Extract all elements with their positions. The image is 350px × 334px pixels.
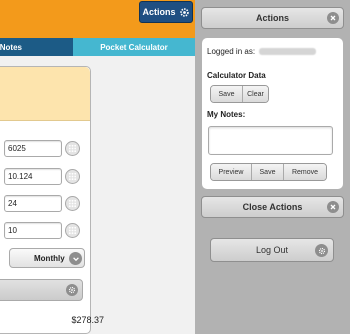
- clear-data-button[interactable]: Clear: [242, 86, 268, 102]
- logged-in-text: Logged in as:: [207, 47, 317, 56]
- notes-textarea[interactable]: [208, 126, 333, 155]
- notes-buttons: Preview Save Remove: [210, 163, 327, 181]
- save-data-button[interactable]: Save: [211, 86, 242, 102]
- calculator-data-title: Calculator Data: [207, 71, 266, 80]
- close-icon[interactable]: [327, 12, 339, 24]
- close-actions-button[interactable]: Close Actions: [201, 196, 344, 218]
- keypad-icon[interactable]: [65, 141, 80, 156]
- log-out-button[interactable]: Log Out: [210, 238, 334, 262]
- calc-field-4[interactable]: 10: [4, 222, 62, 239]
- calc-field-2[interactable]: 10.124: [4, 168, 62, 185]
- gear-icon: [66, 284, 78, 296]
- my-notes-title: My Notes:: [207, 110, 246, 119]
- actions-button-label: Actions: [142, 7, 176, 17]
- calculator-data-buttons: Save Clear: [210, 85, 269, 103]
- keypad-icon[interactable]: [65, 223, 80, 238]
- keypad-icon[interactable]: [65, 169, 80, 184]
- calc-field-1[interactable]: 6025: [4, 140, 62, 157]
- calc-field-3[interactable]: 24: [4, 195, 62, 212]
- keypad-icon[interactable]: [65, 196, 80, 211]
- result-box: [0, 67, 90, 121]
- calculate-bar[interactable]: [0, 279, 83, 301]
- save-notes-button[interactable]: Save: [251, 164, 283, 180]
- chevron-down-icon: [69, 252, 82, 265]
- actions-drawer: Actions Logged in as: Calculator Data Sa…: [195, 0, 350, 334]
- username-redacted: [259, 48, 317, 56]
- actions-button[interactable]: Actions: [139, 1, 193, 23]
- total-amount: $278.37: [71, 315, 104, 325]
- remove-button[interactable]: Remove: [283, 164, 326, 180]
- frequency-select[interactable]: Monthly: [9, 248, 85, 268]
- app-main: Actions Notes Pocket Calculator 6025 10.…: [0, 0, 195, 334]
- top-header-bar: Actions: [0, 0, 195, 38]
- tab-bar: Notes Pocket Calculator: [0, 38, 195, 56]
- gear-icon: [179, 7, 189, 17]
- close-icon: [327, 201, 339, 213]
- gear-icon: [315, 244, 328, 257]
- preview-button[interactable]: Preview: [211, 164, 251, 180]
- actions-header-button[interactable]: Actions: [201, 7, 344, 29]
- tab-pocket-calculator[interactable]: Pocket Calculator: [73, 38, 195, 56]
- account-card: Logged in as: Calculator Data Save Clear…: [202, 38, 343, 189]
- tab-notes[interactable]: Notes: [0, 38, 73, 56]
